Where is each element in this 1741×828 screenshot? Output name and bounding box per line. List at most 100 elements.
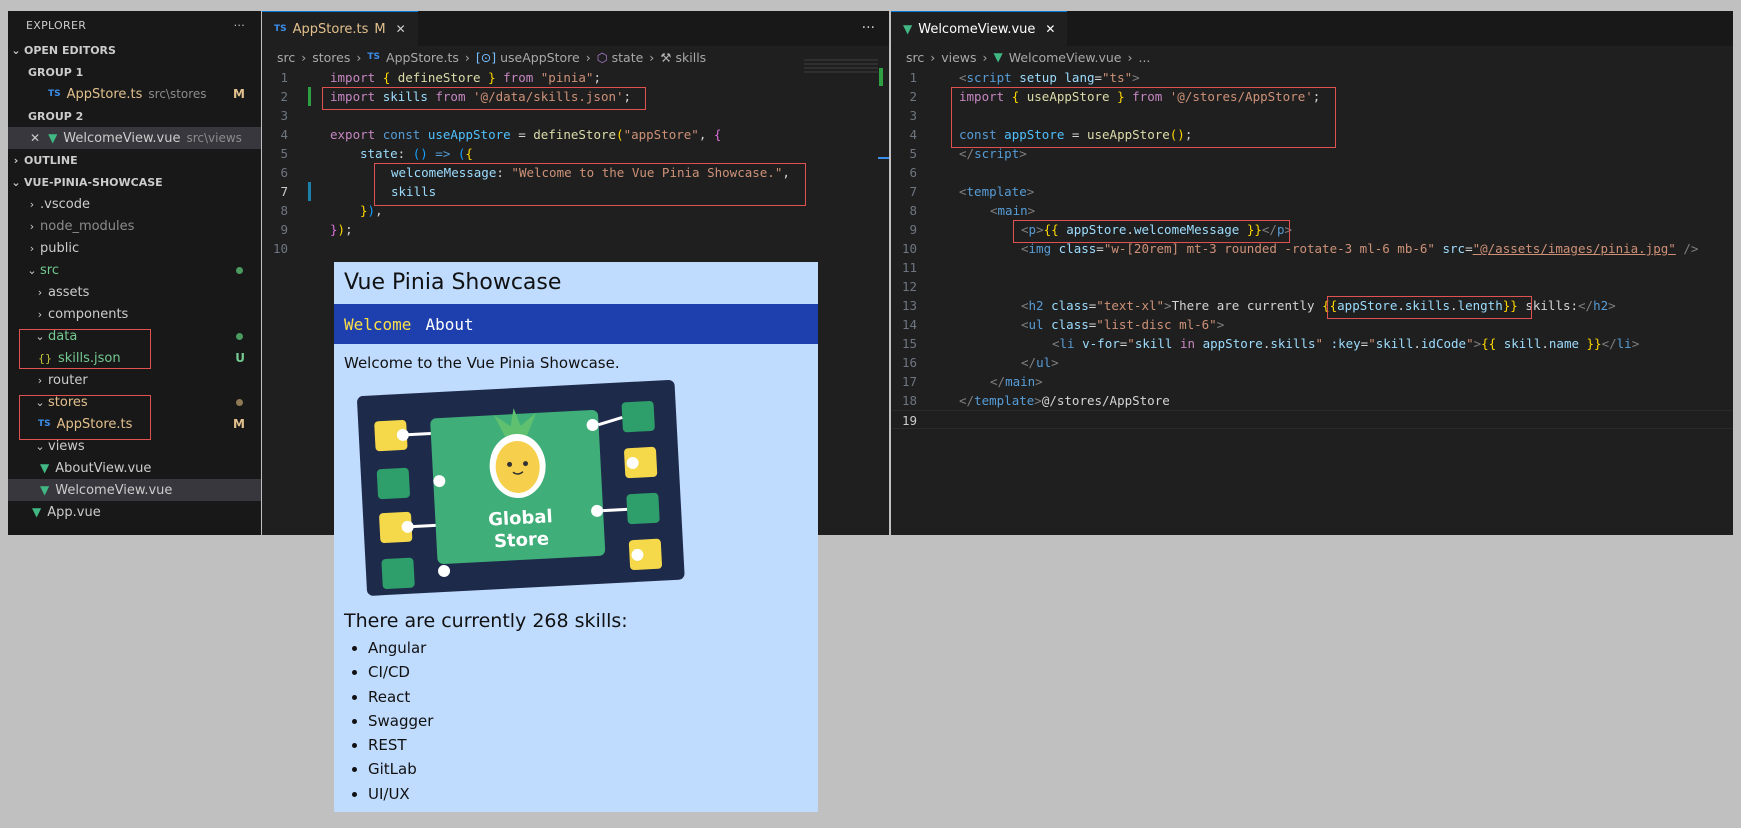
outline-label: OUTLINE bbox=[24, 153, 78, 167]
project-section[interactable]: ⌄ VUE-PINIA-SHOWCASE bbox=[8, 171, 261, 193]
open-editor-welcomeview[interactable]: ✕ ▼ WelcomeView.vue src\views bbox=[8, 127, 261, 149]
highlight-box bbox=[19, 329, 151, 369]
outline-section[interactable]: › OUTLINE bbox=[8, 149, 261, 171]
highlight-box bbox=[951, 87, 1336, 148]
open-editor-filename: WelcomeView.vue bbox=[63, 130, 181, 146]
green-block bbox=[626, 492, 660, 525]
close-icon[interactable]: ✕ bbox=[30, 131, 40, 145]
list-item: CI/CD bbox=[368, 660, 818, 684]
modified-badge: M bbox=[374, 21, 386, 37]
modified-badge: M bbox=[233, 417, 245, 431]
more-actions-icon[interactable]: ··· bbox=[234, 19, 245, 32]
line-number: 4 bbox=[280, 127, 288, 142]
breadcrumb-item[interactable]: views bbox=[941, 50, 976, 65]
line-number: 5 bbox=[909, 146, 917, 161]
line-number: 3 bbox=[280, 108, 288, 123]
breadcrumb-item[interactable]: skills bbox=[676, 50, 707, 65]
chevron-down-icon: ⌄ bbox=[11, 175, 21, 189]
line-number: 12 bbox=[901, 279, 917, 294]
line-number: 4 bbox=[909, 127, 917, 142]
open-editor-path: src\views bbox=[186, 131, 242, 145]
tab-label: AppStore.ts bbox=[292, 21, 369, 37]
line-number: 19 bbox=[901, 413, 917, 428]
tree-item-public[interactable]: › public bbox=[8, 237, 261, 259]
tree-item-node-modules[interactable]: › node_modules bbox=[8, 215, 261, 237]
typescript-file-icon: TS bbox=[367, 52, 381, 62]
vue-file-icon: ▼ bbox=[903, 22, 913, 36]
line-number: 16 bbox=[901, 355, 917, 370]
vue-file-icon: ▼ bbox=[993, 50, 1003, 64]
code-editor[interactable]: 1 <script setup lang="ts"> 2 import { useA… bbox=[891, 68, 1733, 429]
code-line: 13 <h2 class="text-xl">There are currentl… bbox=[891, 296, 1733, 315]
close-icon[interactable]: ✕ bbox=[396, 22, 406, 36]
code-line: 4 export const useAppStore = defineStore(… bbox=[262, 125, 889, 144]
code-line: 11 bbox=[891, 258, 1733, 277]
tree-item-router[interactable]: › router bbox=[8, 369, 261, 391]
highlight-box bbox=[374, 163, 806, 206]
line-number: 8 bbox=[280, 203, 288, 218]
open-editors-section[interactable]: ⌄ OPEN EDITORS bbox=[8, 39, 261, 61]
tree-item-src[interactable]: ⌄ src bbox=[8, 259, 261, 281]
line-number: 3 bbox=[909, 108, 917, 123]
minimap[interactable] bbox=[804, 59, 878, 75]
page-title: Vue Pinia Showcase bbox=[344, 270, 562, 295]
tree-item-label: src bbox=[40, 262, 59, 278]
tree-item-components[interactable]: › components bbox=[8, 303, 261, 325]
tree-item-label: .vscode bbox=[40, 196, 90, 212]
breadcrumb-item[interactable]: useAppStore bbox=[500, 50, 580, 65]
tree-item-aboutview[interactable]: ▼ AboutView.vue bbox=[8, 457, 261, 479]
line-number: 18 bbox=[901, 393, 917, 408]
line-number: 14 bbox=[901, 317, 917, 332]
tab-welcomeview[interactable]: ▼ WelcomeView.vue ✕ bbox=[891, 11, 1068, 46]
chevron-right-icon: › bbox=[37, 307, 43, 321]
code-line: 17 </main> bbox=[891, 372, 1733, 391]
tree-item-label: assets bbox=[48, 284, 90, 300]
tree-item-vscode[interactable]: › .vscode bbox=[8, 193, 261, 215]
chevron-right-icon: › bbox=[37, 285, 43, 299]
skills-heading: There are currently 268 skills: bbox=[344, 610, 628, 632]
untracked-badge: U bbox=[235, 351, 245, 365]
open-editor-appstore[interactable]: TS AppStore.ts src\stores M bbox=[8, 83, 261, 105]
breadcrumb-item[interactable]: state bbox=[612, 50, 644, 65]
list-item: UI/UX bbox=[368, 782, 818, 806]
line-number: 17 bbox=[901, 374, 917, 389]
breadcrumb-item[interactable]: WelcomeView.vue bbox=[1009, 50, 1122, 65]
line-number: 6 bbox=[280, 165, 288, 180]
code-line: 6 bbox=[891, 163, 1733, 182]
open-editor-filename: AppStore.ts bbox=[66, 86, 143, 102]
code-line: 7 <template> bbox=[891, 182, 1733, 201]
vue-file-icon: ▼ bbox=[32, 505, 42, 519]
breadcrumb-item[interactable]: src bbox=[277, 50, 295, 65]
more-actions-icon[interactable]: ··· bbox=[862, 20, 875, 36]
code-line: 19 bbox=[891, 410, 1733, 429]
code-line: 9}); bbox=[262, 220, 889, 239]
line-number: 7 bbox=[280, 184, 288, 199]
nav-link-about[interactable]: About bbox=[425, 315, 473, 334]
breadcrumb-item[interactable]: ... bbox=[1138, 50, 1150, 65]
tab-appstore[interactable]: TS AppStore.ts M ✕ bbox=[262, 11, 418, 46]
modified-badge: M bbox=[233, 87, 245, 101]
list-item: React bbox=[368, 685, 818, 709]
chevron-down-icon: ⌄ bbox=[35, 439, 45, 453]
code-line: 10 bbox=[262, 239, 889, 258]
open-editor-path: src\stores bbox=[148, 87, 207, 101]
vue-file-icon: ▼ bbox=[40, 461, 50, 475]
explorer-header: EXPLORER ··· bbox=[8, 11, 261, 39]
tree-item-welcomeview[interactable]: ▼ WelcomeView.vue bbox=[8, 479, 261, 501]
scrollbar-marker bbox=[878, 157, 889, 159]
wrench-icon: ⚒ bbox=[660, 49, 672, 65]
nav-link-welcome[interactable]: Welcome bbox=[344, 315, 411, 334]
tree-item-app[interactable]: ▼ App.vue bbox=[8, 501, 261, 523]
breadcrumb-item[interactable]: AppStore.ts bbox=[386, 50, 459, 65]
close-icon[interactable]: ✕ bbox=[1045, 22, 1055, 36]
vue-file-icon: ▼ bbox=[40, 483, 50, 497]
highlight-box bbox=[1327, 296, 1532, 319]
chevron-right-icon: › bbox=[37, 373, 43, 387]
breadcrumb-item[interactable]: src bbox=[906, 50, 924, 65]
untracked-dot bbox=[236, 266, 243, 274]
breadcrumb-item[interactable]: stores bbox=[312, 50, 350, 65]
tree-item-assets[interactable]: › assets bbox=[8, 281, 261, 303]
code-line: 15 <li v-for="skill in appStore.skills" :… bbox=[891, 334, 1733, 353]
scrollbar-marker bbox=[879, 68, 883, 86]
code-editor[interactable]: 1 import { defineStore } from "pinia"; 2i… bbox=[262, 68, 889, 258]
